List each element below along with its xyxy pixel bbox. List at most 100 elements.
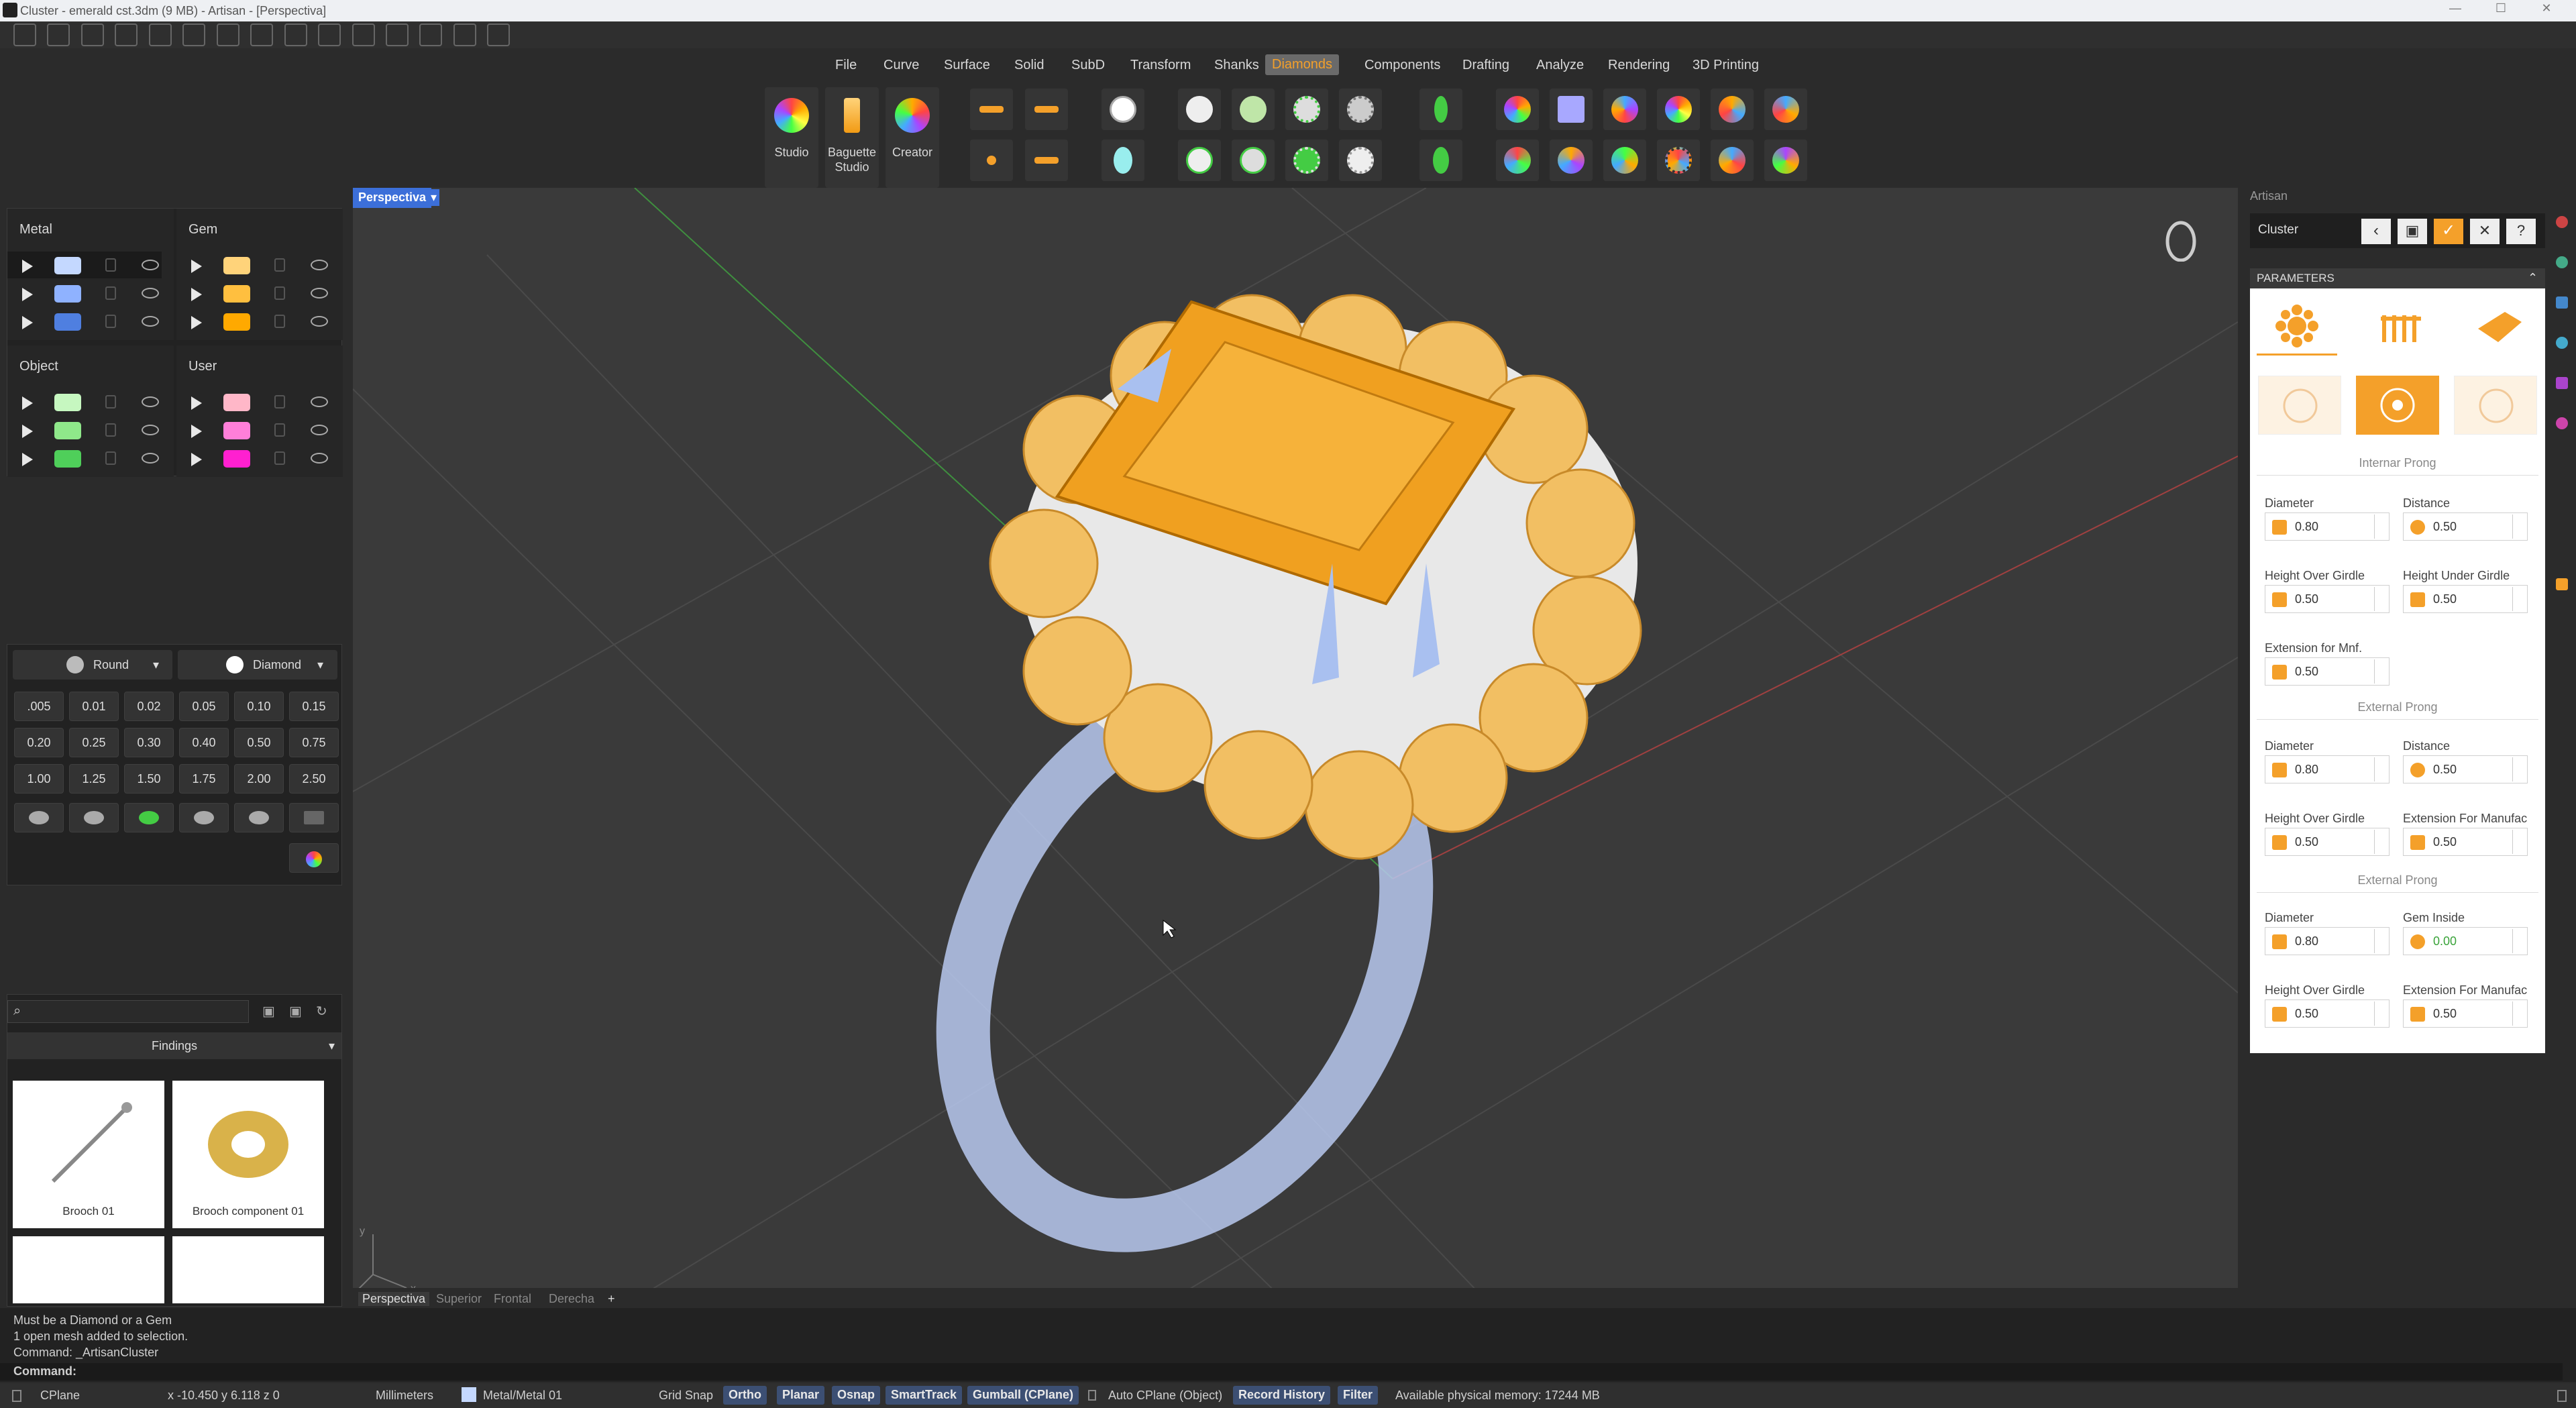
eye-icon[interactable]	[142, 453, 159, 464]
internal-diameter-field[interactable]: Diameter 0.80	[2265, 496, 2396, 541]
lock-icon[interactable]	[105, 258, 116, 272]
gem-dots-tool[interactable]	[1657, 140, 1700, 181]
planar-toggle[interactable]: Planar	[777, 1386, 825, 1405]
setting-type-button[interactable]	[234, 803, 284, 832]
spinner-icon[interactable]	[2374, 1001, 2386, 1026]
object-layer-row[interactable]	[7, 388, 162, 415]
eye-icon[interactable]	[311, 260, 328, 270]
setting-type-button[interactable]	[124, 803, 174, 832]
settings-tool-icon[interactable]	[487, 23, 511, 46]
eye-icon[interactable]	[311, 453, 328, 464]
size-button[interactable]: 0.01	[69, 692, 119, 721]
user-layer-row[interactable]	[176, 417, 331, 443]
layer-color-swatch[interactable]	[54, 394, 81, 411]
layer-color-swatch[interactable]	[54, 285, 81, 303]
size-button[interactable]: 2.50	[289, 764, 339, 794]
size-button[interactable]: 1.75	[179, 764, 229, 794]
lock-icon[interactable]	[274, 258, 285, 272]
menu-curve[interactable]: Curve	[883, 58, 919, 73]
panel-toggle-icon[interactable]	[2557, 1390, 2567, 1402]
spinner-icon[interactable]	[2512, 830, 2524, 854]
layer-color-swatch[interactable]	[223, 313, 250, 331]
play-icon[interactable]	[22, 396, 33, 410]
size-button[interactable]: .005	[14, 692, 64, 721]
gem-array-tool[interactable]	[970, 140, 1013, 181]
lock-icon[interactable]	[105, 423, 116, 437]
library-item[interactable]	[13, 1236, 164, 1303]
save-icon[interactable]	[216, 23, 239, 46]
layer-color-swatch[interactable]	[223, 450, 250, 468]
panel-toggle-icon[interactable]	[12, 1390, 21, 1402]
eye-icon[interactable]	[311, 316, 328, 327]
play-icon[interactable]	[22, 425, 33, 438]
ortho-toggle[interactable]: Ortho	[723, 1386, 767, 1405]
field-value[interactable]: 0.50	[2295, 1007, 2318, 1021]
play-icon[interactable]	[22, 260, 33, 273]
spinner-icon[interactable]	[2374, 757, 2386, 781]
gem-path-color-tool[interactable]	[1603, 140, 1646, 181]
layer-color-swatch[interactable]	[54, 422, 81, 439]
gem-export-tool[interactable]	[1764, 140, 1807, 181]
folder-icon[interactable]: ▣	[262, 1003, 275, 1020]
play-icon[interactable]	[191, 453, 202, 466]
layer-color-swatch[interactable]	[54, 313, 81, 331]
lock-icon[interactable]	[274, 286, 285, 300]
command-input[interactable]: Command:	[0, 1363, 2563, 1380]
gem-distribute-tool[interactable]	[1025, 140, 1068, 181]
user-layer-row[interactable]	[176, 445, 331, 472]
eye-icon[interactable]	[142, 288, 159, 299]
spinner-icon[interactable]	[2374, 587, 2386, 611]
tab-superior[interactable]: Superior	[436, 1292, 482, 1306]
new-icon[interactable]	[13, 23, 36, 46]
gem-color-tool[interactable]	[1711, 89, 1754, 130]
oval-gem-tool[interactable]	[1102, 140, 1144, 181]
external-distance-field[interactable]: Distance 0.50	[2403, 739, 2534, 783]
record-history-toggle[interactable]: Record History	[1233, 1386, 1331, 1405]
cancel-button[interactable]: ✕	[2470, 219, 2500, 244]
eye-icon[interactable]	[142, 260, 159, 270]
color-icon[interactable]	[2556, 417, 2568, 429]
eye-icon[interactable]	[311, 288, 328, 299]
viewport-scene[interactable]: y x	[353, 188, 2238, 1308]
spinner-icon[interactable]	[2512, 515, 2524, 539]
template-icon[interactable]	[47, 23, 70, 46]
lock-icon[interactable]	[105, 395, 116, 409]
internal-height-over-girdle-field[interactable]: Height Over Girdle 0.50	[2265, 569, 2396, 613]
tab-frontal[interactable]: Frontal	[494, 1292, 531, 1306]
field-value[interactable]: 0.50	[2295, 592, 2318, 606]
setting-type-button[interactable]	[179, 803, 229, 832]
gem-split-tool[interactable]	[1711, 140, 1754, 181]
menu-transform[interactable]: Transform	[1130, 58, 1191, 73]
display-icon[interactable]	[2556, 337, 2568, 349]
osnap-toggle[interactable]: Osnap	[832, 1386, 881, 1405]
menu-shanks[interactable]: Shanks	[1214, 58, 1259, 73]
color-analysis-tool[interactable]	[1496, 89, 1539, 130]
size-button[interactable]: 0.40	[179, 728, 229, 757]
transform-tool-icon[interactable]	[352, 23, 375, 46]
lock-icon[interactable]	[274, 451, 285, 465]
library-item[interactable]	[172, 1236, 324, 1303]
field-value[interactable]: 0.50	[2433, 1007, 2457, 1021]
size-button[interactable]: 1.50	[124, 764, 174, 794]
cutter-path-tool[interactable]	[1419, 140, 1462, 181]
cluster-setting-tool[interactable]	[1285, 140, 1328, 181]
play-icon[interactable]	[191, 396, 202, 410]
shape-dropdown[interactable]: Round ▾	[13, 650, 172, 680]
play-icon[interactable]	[191, 316, 202, 329]
user-layer-row[interactable]	[176, 388, 331, 415]
menu-solid[interactable]: Solid	[1014, 58, 1044, 73]
field-value[interactable]: 0.50	[2433, 835, 2457, 849]
smarttrack-toggle[interactable]: SmartTrack	[885, 1386, 963, 1405]
lock-icon[interactable]	[274, 423, 285, 437]
viewport-perspective[interactable]: Perspectiva ▾ y x	[353, 188, 2238, 1308]
units[interactable]: Millimeters	[376, 1389, 433, 1403]
menu-components[interactable]: Components	[1364, 58, 1440, 73]
spinner-icon[interactable]	[2374, 659, 2386, 684]
channel-setting-tool[interactable]	[1232, 140, 1275, 181]
layer-color-swatch[interactable]	[223, 422, 250, 439]
gem-spectrum-tool[interactable]	[1657, 89, 1700, 130]
field-value[interactable]: 0.80	[2295, 934, 2318, 949]
gem-layer-row[interactable]	[176, 308, 331, 335]
spinner-icon[interactable]	[2512, 1001, 2524, 1026]
analyze-tool-icon[interactable]	[419, 23, 443, 46]
